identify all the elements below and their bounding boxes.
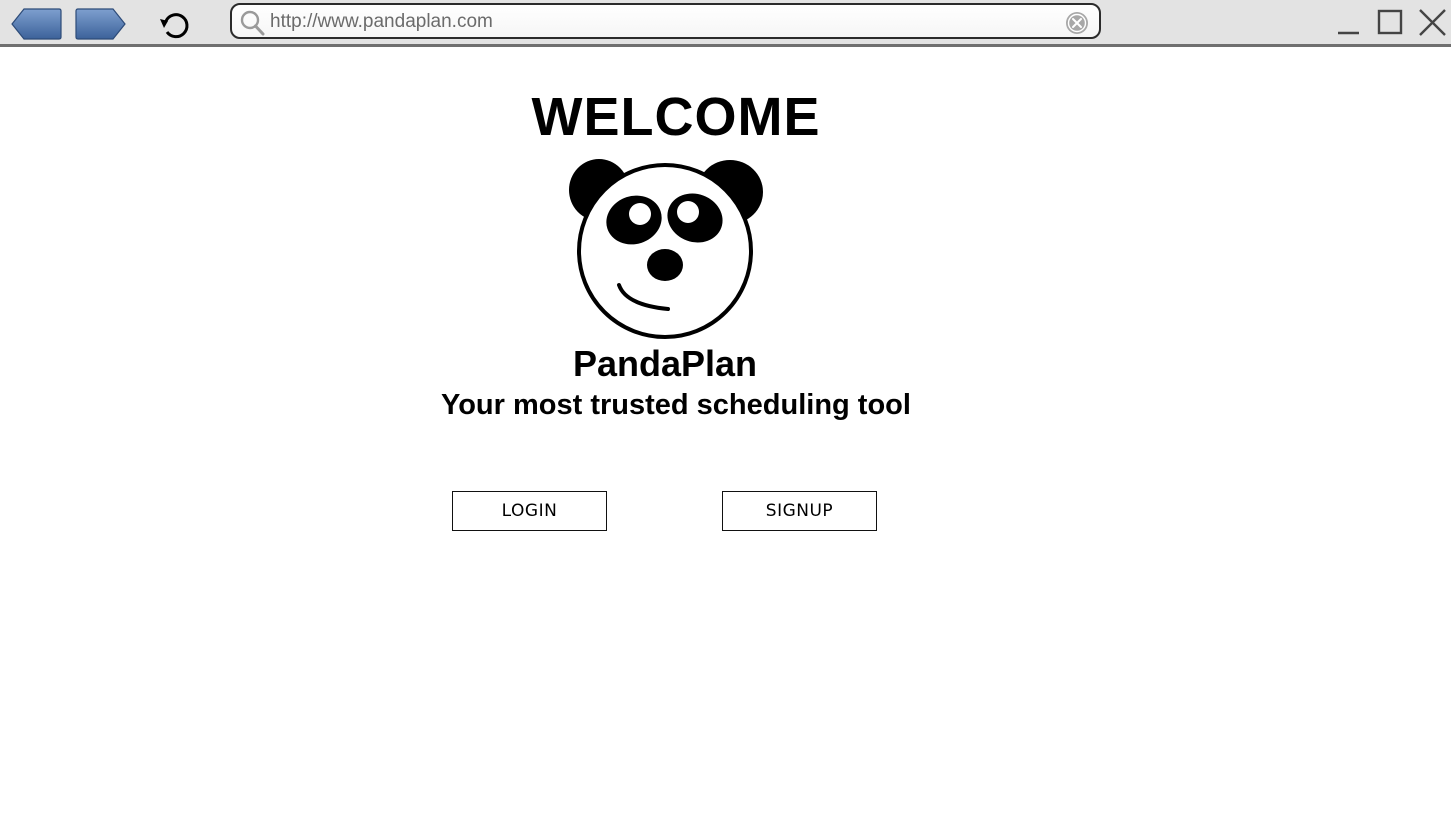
tagline: Your most trusted scheduling tool	[441, 389, 911, 421]
address-bar[interactable]: http://www.pandaplan.com	[230, 3, 1101, 39]
close-icon[interactable]	[1417, 8, 1447, 38]
panda-logo	[569, 159, 763, 339]
welcome-heading: WELCOME	[531, 87, 821, 147]
url-text[interactable]: http://www.pandaplan.com	[270, 11, 493, 33]
minimize-icon[interactable]	[1333, 8, 1363, 38]
forward-arrow-icon[interactable]	[75, 6, 127, 42]
search-icon	[240, 10, 265, 36]
reload-icon[interactable]	[158, 8, 194, 42]
browser-toolbar: http://www.pandaplan.com	[0, 0, 1451, 47]
back-arrow-icon[interactable]	[10, 6, 62, 42]
signup-button[interactable]: SIGNUP	[722, 491, 877, 531]
signup-button-label: SIGNUP	[765, 501, 834, 521]
login-button-label: LOGIN	[501, 501, 558, 521]
login-button[interactable]: LOGIN	[452, 491, 607, 531]
app-name: PandaPlan	[572, 343, 758, 384]
clear-icon[interactable]	[1065, 11, 1089, 35]
maximize-icon[interactable]	[1375, 8, 1405, 38]
